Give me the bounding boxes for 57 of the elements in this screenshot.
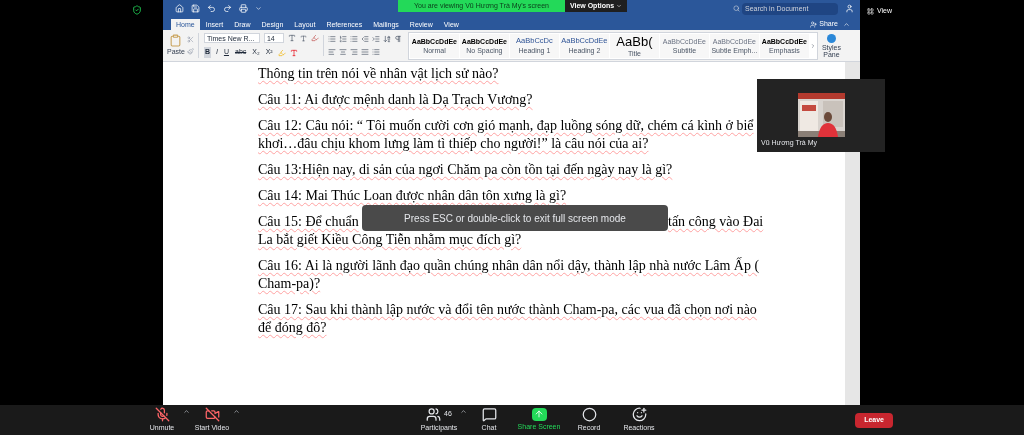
collapse-ribbon-icon[interactable]: [843, 21, 850, 28]
reactions-icon: [631, 406, 647, 422]
caret-icon[interactable]: [255, 5, 262, 12]
numbering-icon[interactable]: [338, 35, 347, 43]
fullscreen-toast: Press ESC or double-click to exit full screen mode: [362, 205, 668, 231]
question-text: Câu 17: Sau khi thành lập nước và đổi tên nước thành Cham-pa, các vua đã chọn nơi nào: [258, 301, 757, 319]
add-person-icon: [810, 21, 818, 28]
search-icon[interactable]: [733, 5, 740, 12]
shrink-font-icon[interactable]: [299, 34, 307, 42]
align-left-icon[interactable]: [327, 48, 336, 56]
bullets-icon[interactable]: [327, 35, 336, 43]
shield-icon: [132, 5, 142, 15]
line-spacing-icon[interactable]: [371, 48, 380, 56]
redo-icon[interactable]: [223, 4, 232, 13]
participants-icon: [426, 406, 442, 422]
caret-icon[interactable]: [233, 407, 240, 415]
clear-format-icon[interactable]: [310, 34, 319, 43]
justify-icon[interactable]: [360, 48, 369, 56]
question-text: Câu 14: Mai Thúc Loan được nhân dân tôn xưng là gì?: [258, 187, 567, 205]
sort-icon[interactable]: [382, 35, 391, 43]
caret-icon: [616, 3, 623, 9]
print-icon[interactable]: [239, 4, 248, 13]
font-color-icon[interactable]: [289, 48, 298, 57]
align-right-icon[interactable]: [349, 48, 358, 56]
save-icon[interactable]: [191, 4, 200, 13]
increase-indent-icon[interactable]: [371, 35, 380, 43]
question-text: Câu 16: Ai là người lãnh đạo quần chúng nhân dân nổi dậy, thành lập nhà nước Lâm Ấp (: [258, 257, 760, 275]
align-center-icon[interactable]: [338, 48, 347, 56]
chat-icon: [481, 406, 497, 422]
question-text: Câu 11: Ai được mệnh danh là Dạ Trạch Vương?: [258, 91, 533, 109]
decrease-indent-icon[interactable]: [360, 35, 369, 43]
question-text: tấn công vào Đai: [668, 213, 764, 231]
style-preview: AaBb(: [616, 34, 653, 48]
share-screen-icon: [531, 407, 547, 421]
question-text: Cham-pa)?: [258, 275, 321, 293]
caret-icon[interactable]: [460, 407, 467, 415]
video-off-icon: [204, 406, 220, 422]
question-text: Câu 15: Để chuẩn: [258, 213, 360, 231]
multilevel-list-icon[interactable]: [349, 35, 358, 43]
question-text: để đóng đô?: [258, 319, 327, 337]
question-text: La bắt giết Kiều Công Tiễn nhằm mục đích gì?: [258, 231, 522, 249]
pilcrow-icon[interactable]: [393, 35, 402, 43]
question-text: Thông tin trên nói về nhân vật lịch sử nào?: [258, 65, 499, 83]
home-icon[interactable]: [175, 4, 184, 13]
undo-icon[interactable]: [207, 4, 216, 13]
grow-font-icon[interactable]: [287, 34, 296, 43]
clipboard-icon: [169, 33, 183, 47]
cut-icon[interactable]: [186, 36, 194, 43]
question-text: Câu 12: Câu nói: “ Tôi muốn cười cơn gió mạnh, đạp luồng sóng dữ, chém cá kình ở biể: [258, 117, 754, 135]
caret-icon[interactable]: [183, 407, 190, 415]
person-icon[interactable]: [845, 4, 854, 13]
format-painter-icon[interactable]: [186, 48, 194, 55]
grid-icon: [866, 7, 874, 15]
muted-mic-icon: [154, 406, 170, 422]
question-text: Câu 13:Hiện nay, di sản của ngơi Chăm pa còn tồn tại đến ngày nay là gì?: [258, 161, 673, 179]
question-text: khơi…đâu chịu khom lưng làm tì thiếp cho người!” là câu nói của ai?: [258, 135, 649, 153]
record-icon: [581, 406, 597, 422]
